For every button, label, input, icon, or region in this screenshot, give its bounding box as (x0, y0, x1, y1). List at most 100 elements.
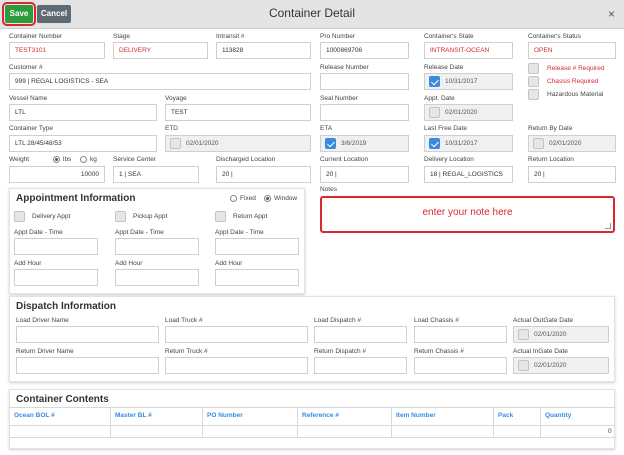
return-truck-input[interactable] (165, 357, 308, 374)
intransit-input[interactable]: 113828 (216, 42, 311, 59)
pickup-add-hour-label: Add Hour (115, 260, 143, 267)
col-ocean-bol[interactable]: Ocean BOL # (10, 407, 55, 425)
actual-outgate-label: Actual OutGate Date (513, 317, 573, 324)
outgate-checkbox[interactable] (518, 329, 529, 340)
last-free-date-checkbox[interactable] (429, 138, 440, 149)
last-free-date-value: 10/31/2017 (445, 140, 478, 147)
appt-date-input[interactable]: 02/01/2020 (424, 104, 513, 121)
actual-outgate-input[interactable]: 02/01/2020 (513, 326, 609, 343)
col-pack[interactable]: Pack (494, 407, 513, 425)
notes-textarea[interactable]: enter your note here (320, 196, 615, 233)
weight-input[interactable]: 10000 (9, 166, 105, 183)
return-dispatch-input[interactable] (314, 357, 407, 374)
current-location-label: Current Location (320, 156, 369, 163)
container-state-input[interactable]: INTRANSIT-OCEAN (424, 42, 513, 59)
seal-number-label: Seal Number (320, 95, 358, 102)
chassis-required-checkbox[interactable] (528, 76, 539, 87)
hazardous-checkbox[interactable] (528, 89, 539, 100)
col-master-bl[interactable]: Master BL # (111, 407, 152, 425)
col-reference[interactable]: Reference # (298, 407, 339, 425)
return-driver-input[interactable] (16, 357, 159, 374)
return-appt-label: Return Appt (233, 213, 268, 220)
etd-value: 02/01/2020 (186, 140, 219, 147)
container-status-input[interactable]: OPEN (528, 42, 616, 59)
close-icon[interactable]: × (608, 7, 615, 21)
chassis-required-label: Chassis Required (547, 78, 599, 85)
pickup-appt-checkbox[interactable] (115, 211, 126, 222)
release-date-input[interactable]: 10/31/2017 (424, 73, 513, 90)
discharged-location-input[interactable]: 20 | (216, 166, 311, 183)
eta-value: 3/6/2019 (341, 140, 367, 147)
return-appt-date-input[interactable] (215, 238, 299, 255)
pro-number-label: Pro Number (320, 33, 356, 40)
return-chassis-input[interactable] (414, 357, 507, 374)
pickup-appt-date-label: Appt Date - Time (115, 229, 164, 236)
weight-label: Weight (9, 156, 30, 163)
seal-number-input[interactable] (320, 104, 409, 121)
release-date-checkbox[interactable] (429, 76, 440, 87)
container-state-label: Container's State (424, 33, 474, 40)
eta-checkbox[interactable] (325, 138, 336, 149)
fixed-radio[interactable] (230, 195, 237, 202)
customer-label: Customer # (9, 64, 43, 71)
container-type-input[interactable]: LTL 28/45/48/53 (9, 135, 157, 152)
appt-date-value: 02/01/2020 (445, 109, 478, 116)
kg-label: kg (90, 156, 97, 163)
etd-checkbox[interactable] (170, 138, 181, 149)
col-item-number[interactable]: Item Number (392, 407, 436, 425)
page-title: Container Detail (268, 6, 356, 20)
voyage-input[interactable]: TEST (165, 104, 311, 121)
window-label: Window (274, 195, 298, 202)
load-dispatch-input[interactable] (314, 326, 407, 343)
pickup-appt-date-input[interactable] (115, 238, 199, 255)
return-appt-date-label: Appt Date - Time (215, 229, 264, 236)
return-by-date-input[interactable]: 02/01/2020 (528, 135, 616, 152)
vessel-name-input[interactable]: LTL (9, 104, 157, 121)
return-location-input[interactable]: 20 | (528, 166, 616, 183)
notes-label: Notes (320, 186, 337, 193)
release-number-label: Release Number (320, 64, 369, 71)
customer-input[interactable]: 999 | REGAL LOGISTICS - SEA (9, 73, 311, 90)
pro-number-input[interactable]: 1000869706 (320, 42, 409, 59)
etd-input[interactable]: 02/01/2020 (165, 135, 311, 152)
actual-ingate-input[interactable]: 02/01/2020 (513, 357, 609, 374)
current-location-input[interactable]: 20 | (320, 166, 409, 183)
delivery-add-hour-input[interactable] (14, 269, 98, 286)
col-quantity[interactable]: Quantity (541, 407, 571, 425)
ingate-checkbox[interactable] (518, 360, 529, 371)
discharged-location-label: Discharged Location (216, 156, 276, 163)
container-number-input[interactable]: TEST3101 (9, 42, 105, 59)
release-required-label: Release # Required (547, 65, 605, 72)
last-free-date-input[interactable]: 10/31/2017 (424, 135, 513, 152)
resize-grip-icon[interactable] (605, 223, 611, 229)
load-driver-label: Load Driver Name (16, 317, 69, 324)
etd-label: ETD (165, 125, 178, 132)
notes-placeholder: enter your note here (422, 207, 513, 218)
return-by-date-checkbox[interactable] (533, 138, 544, 149)
service-center-input[interactable]: 1 | SEA (113, 166, 199, 183)
kg-radio[interactable] (80, 156, 87, 163)
eta-input[interactable]: 3/6/2019 (320, 135, 409, 152)
load-chassis-input[interactable] (414, 326, 507, 343)
stage-input[interactable]: DELIVERY (113, 42, 208, 59)
window-radio[interactable] (264, 195, 271, 202)
total-quantity: 0 (608, 428, 612, 435)
release-required-checkbox[interactable] (528, 63, 539, 74)
delivery-location-input[interactable]: 18 | REGAL_LOGISTICS (424, 166, 513, 183)
return-add-hour-input[interactable] (215, 269, 299, 286)
col-po-number[interactable]: PO Number (203, 407, 243, 425)
load-driver-input[interactable] (16, 326, 159, 343)
pickup-add-hour-input[interactable] (115, 269, 199, 286)
lbs-radio[interactable] (53, 156, 60, 163)
load-truck-input[interactable] (165, 326, 308, 343)
pickup-appt-label: Pickup Appt (133, 213, 168, 220)
release-date-label: Release Date (424, 64, 464, 71)
release-number-input[interactable] (320, 73, 409, 90)
container-number-label: Container Number (9, 33, 63, 40)
delivery-appt-date-input[interactable] (14, 238, 98, 255)
delivery-appt-checkbox[interactable] (14, 211, 25, 222)
return-appt-checkbox[interactable] (215, 211, 226, 222)
appt-date-label: Appt. Date (424, 95, 455, 102)
dispatch-title: Dispatch Information (16, 301, 117, 312)
appt-date-checkbox[interactable] (429, 107, 440, 118)
